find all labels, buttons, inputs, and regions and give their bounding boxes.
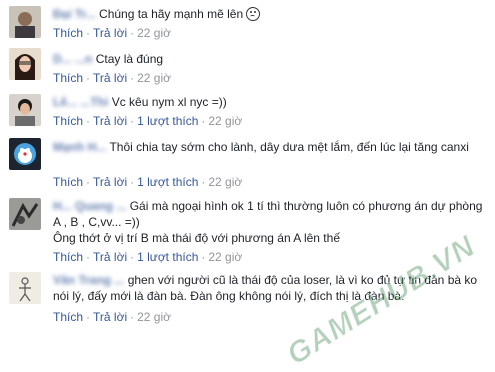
comment-actions: Thích · Trả lời · 22 giờ xyxy=(53,71,171,85)
timestamp[interactable]: 22 giờ xyxy=(208,114,242,128)
like-button[interactable]: Thích xyxy=(53,310,83,324)
timestamp[interactable]: 22 giờ xyxy=(137,71,171,85)
reply-button[interactable]: Trả lời xyxy=(93,114,127,128)
commenter-name[interactable]: Lê... ...Thi xyxy=(53,95,108,109)
avatar[interactable] xyxy=(9,48,41,80)
reply-button[interactable]: Trả lời xyxy=(93,26,127,40)
timestamp[interactable]: 22 giờ xyxy=(137,310,171,324)
comment-actions: Thích · Trả lời · 1 lượt thích · 22 giờ xyxy=(53,250,243,264)
avatar[interactable] xyxy=(9,198,41,230)
like-button[interactable]: Thích xyxy=(53,71,83,85)
comment-text: Ctay là đúng xyxy=(95,52,164,66)
avatar[interactable] xyxy=(9,6,41,38)
comment-text-line2: Ông thớt ở vị trí B mà thái độ với phươn… xyxy=(53,231,340,245)
avatar[interactable] xyxy=(9,94,41,126)
avatar[interactable] xyxy=(9,272,41,304)
comment-body: D... ...n Ctay là đúng xyxy=(53,51,487,67)
like-button[interactable]: Thích xyxy=(53,114,83,128)
comment-body: Lê... ...Thi Vc kêu nym xl nyc =)) xyxy=(53,94,487,110)
like-count[interactable]: 1 lượt thích xyxy=(137,114,198,128)
timestamp[interactable]: 22 giờ xyxy=(208,250,242,264)
reply-button[interactable]: Trả lời xyxy=(93,310,127,324)
like-count[interactable]: 1 lượt thích xyxy=(137,250,198,264)
comment-body: Mạnh H... Thôi chia tay sớm cho lành, dâ… xyxy=(53,139,487,155)
timestamp[interactable]: 22 giờ xyxy=(208,175,242,189)
comment-text: Vc kêu nym xl nyc =)) xyxy=(111,95,227,109)
frown-emoji-icon xyxy=(246,7,261,21)
comment-body: H... Quang ... Gái mà ngoại hình ok 1 tí… xyxy=(53,198,487,246)
comment-actions: Thích · Trả lời · 1 lượt thích · 22 giờ xyxy=(53,175,243,189)
like-count[interactable]: 1 lượt thích xyxy=(137,175,198,189)
reply-button[interactable]: Trả lời xyxy=(93,71,127,85)
comment-text: Thôi chia tay sớm cho lành, dây dưa mệt … xyxy=(109,140,469,154)
commenter-name[interactable]: H... Quang ... xyxy=(53,199,126,213)
commenter-name[interactable]: Đại Tr... xyxy=(53,7,96,21)
avatar[interactable] xyxy=(9,138,41,170)
comment-actions: Thích · Trả lời · 22 giờ xyxy=(53,310,171,324)
comment-body: Đại Tr... Chúng ta hãy mạnh mẽ lên xyxy=(53,6,487,22)
comment-text: Chúng ta hãy mạnh mẽ lên xyxy=(99,7,244,21)
reply-button[interactable]: Trả lời xyxy=(93,250,127,264)
comment-actions: Thích · Trả lời · 1 lượt thích · 22 giờ xyxy=(53,114,243,128)
commenter-name[interactable]: D... ...n xyxy=(53,52,92,66)
timestamp[interactable]: 22 giờ xyxy=(137,26,171,40)
comment-actions: Thích · Trả lời · 22 giờ xyxy=(53,26,171,40)
commenter-name[interactable]: Văn Trang ... xyxy=(53,273,124,287)
like-button[interactable]: Thích xyxy=(53,175,83,189)
commenter-name[interactable]: Mạnh H... xyxy=(53,140,106,154)
like-button[interactable]: Thích xyxy=(53,26,83,40)
reply-button[interactable]: Trả lời xyxy=(93,175,127,189)
like-button[interactable]: Thích xyxy=(53,250,83,264)
